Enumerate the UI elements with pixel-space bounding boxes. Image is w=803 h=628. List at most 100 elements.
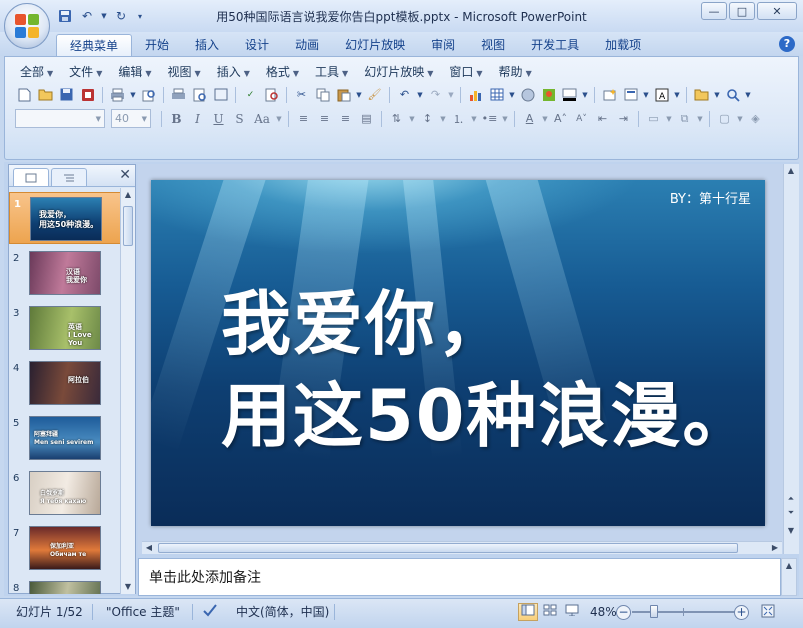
slide-thumbnail-2[interactable]: 2 汉语 我爱你 [9,247,121,299]
spell-check-icon[interactable] [202,603,218,621]
shadow-button[interactable]: S [230,109,249,128]
link-icon[interactable] [139,85,158,104]
redo-dropdown-icon[interactable]: ▼ [447,85,455,104]
save-icon[interactable] [57,85,76,104]
zoom-slider[interactable] [632,605,736,618]
menu-tools[interactable]: 工具 ▼ [308,63,355,81]
slide-sorter-view-button[interactable] [540,603,560,621]
redo-icon[interactable]: ↷ [426,85,445,104]
text-box-icon[interactable]: A [652,85,671,104]
text-direction-dropdown-icon[interactable]: ▼ [408,109,416,128]
print-dropdown-icon[interactable]: ▼ [129,85,137,104]
slide-thumbnail-4[interactable]: 4 阿拉伯 [9,357,121,409]
align-center-icon[interactable]: ≡ [315,109,334,128]
quick-print-icon[interactable] [169,85,188,104]
font-size-combo[interactable]: 40 ▼ [111,109,151,128]
zoom-level[interactable]: 48% [590,603,617,621]
scroll-up-icon[interactable]: ▲ [784,164,798,178]
minimize-button[interactable]: — [701,2,727,20]
text-direction-icon[interactable]: ⇅ [387,109,406,128]
slide-horizontal-scrollbar[interactable]: ◀ ▶ [142,541,782,554]
maximize-button[interactable]: □ [729,2,755,20]
scroll-down-icon[interactable]: ▼ [121,580,135,594]
research-icon[interactable] [262,85,281,104]
grow-font-icon[interactable]: A˄ [551,109,570,128]
normal-view-button[interactable] [518,603,538,621]
layout-icon[interactable] [621,85,640,104]
folder-icon[interactable] [692,85,711,104]
bullets-icon[interactable]: •≡ [480,109,499,128]
slide-thumbnail-6[interactable]: 6 白俄罗斯 Я тебя кахаю [9,467,121,519]
copy-icon[interactable] [313,85,332,104]
scroll-up-icon[interactable]: ▲ [782,559,796,573]
zoom-out-icon[interactable]: − [616,605,631,620]
close-button[interactable]: ✕ [757,2,797,20]
slide-title-line-2[interactable]: 用这50种浪漫。 [221,360,754,461]
menu-help[interactable]: 帮助 ▼ [492,63,539,81]
font-color-icon[interactable]: A [520,109,539,128]
bullets-dropdown-icon[interactable]: ▼ [501,109,509,128]
line-spacing-dropdown-icon[interactable]: ▼ [439,109,447,128]
close-panel-icon[interactable]: ✕ [119,167,131,183]
author-credit[interactable]: BY：第十行星 [670,188,751,207]
font-color-dropdown-icon[interactable]: ▼ [541,109,549,128]
tab-classic-menu[interactable]: 经典菜单 [56,34,133,56]
menu-format[interactable]: 格式 ▼ [259,63,306,81]
slide-view-icon[interactable] [211,85,230,104]
zoom-in-icon[interactable]: + [734,605,749,620]
numbering-dropdown-icon[interactable]: ▼ [470,109,478,128]
scroll-down-icon[interactable]: ▼ [784,524,798,538]
justify-icon[interactable]: ▤ [357,109,376,128]
tab-design[interactable]: 设计 [232,34,282,56]
tab-review[interactable]: 审阅 [418,34,468,56]
menu-view[interactable]: 视图 ▼ [161,63,208,81]
undo-dropdown-icon[interactable]: ▼ [416,85,424,104]
slide-vertical-scrollbar[interactable]: ▲ ⏶ ⏷ ▼ [783,164,799,554]
tab-insert[interactable]: 插入 [182,34,232,56]
find-icon[interactable] [723,85,742,104]
cut-icon[interactable]: ✂ [292,85,311,104]
shapes-icon[interactable]: ▭ [644,109,663,128]
slides-panel-scrollbar[interactable]: ▲ ▼ [120,188,135,594]
arrange-icon[interactable]: ⧉ [675,109,694,128]
slide-thumbnail-3[interactable]: 3 英语 I Love You [9,302,121,354]
notes-scrollbar[interactable]: ▲ [781,558,797,596]
slide-title-line-1[interactable]: 我爱你， [221,268,509,369]
fill-dropdown-icon[interactable]: ▼ [581,85,589,104]
slide-thumbnail-1[interactable]: 1 我爱你， 用这50种浪漫。 [9,192,121,244]
previous-slide-icon[interactable]: ⏶ [784,492,798,506]
notes-pane[interactable]: 单击此处添加备注 [138,558,781,596]
slide-thumbnail-5[interactable]: 5 阿塞拜疆 Men seni sevirem [9,412,121,464]
tab-animation[interactable]: 动画 [282,34,332,56]
tab-home[interactable]: 开始 [132,34,182,56]
align-left-icon[interactable]: ≡ [294,109,313,128]
numbering-icon[interactable]: ⒈ [449,109,468,128]
tab-view[interactable]: 视图 [468,34,518,56]
spelling-icon[interactable]: ✓ [241,85,260,104]
shape-style-icon[interactable]: ▢ [715,109,734,128]
arrange-dropdown-icon[interactable]: ▼ [696,109,704,128]
scroll-left-icon[interactable]: ◀ [142,541,156,555]
fill-color-icon[interactable] [560,85,579,104]
slide-thumbnail-7[interactable]: 7 保加利亚 Обичам те [9,522,121,574]
menu-file[interactable]: 文件 ▼ [62,63,109,81]
tab-outline[interactable] [51,168,87,186]
office-button[interactable] [4,3,50,49]
underline-button[interactable]: U [209,109,228,128]
font-name-combo[interactable]: ▼ [15,109,105,128]
format-painter-icon[interactable]: 🖌 [365,85,384,104]
case-dropdown-icon[interactable]: ▼ [275,109,283,128]
find-dropdown-icon[interactable]: ▼ [744,85,752,104]
shape-fill-icon[interactable]: ◈ [746,109,765,128]
undo-icon[interactable]: ↶ [395,85,414,104]
tab-addins[interactable]: 加载项 [592,34,654,56]
shrink-font-icon[interactable]: A˅ [572,109,591,128]
print-icon[interactable] [108,85,127,104]
new-document-icon[interactable] [15,85,34,104]
shape-style-dropdown-icon[interactable]: ▼ [736,109,744,128]
current-slide[interactable]: BY：第十行星 我爱你， 用这50种浪漫。 [151,180,765,526]
italic-button[interactable]: I [188,109,207,128]
insert-chart-icon[interactable] [466,85,485,104]
increase-indent-icon[interactable]: ⇥ [614,109,633,128]
permission-icon[interactable] [78,85,97,104]
